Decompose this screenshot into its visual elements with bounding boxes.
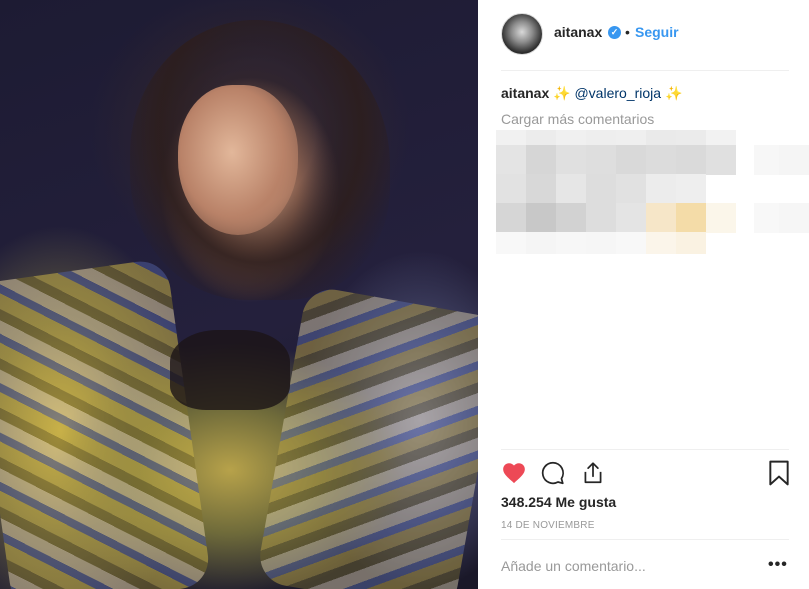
header-divider — [501, 70, 789, 71]
pixel-block — [779, 203, 809, 233]
pixel-block — [706, 145, 736, 175]
more-options-icon[interactable]: ••• — [768, 556, 788, 574]
caption-mention[interactable]: @valero_rioja — [574, 85, 661, 101]
photo-jacket-left-region — [0, 257, 212, 589]
pixel-block — [526, 174, 556, 204]
pixel-block — [676, 174, 706, 204]
pixel-block — [616, 174, 646, 204]
pixel-block — [646, 232, 676, 254]
comment-divider — [501, 539, 789, 540]
pixel-block — [586, 145, 616, 175]
pixel-block — [526, 232, 556, 254]
verified-badge-icon: ✓ — [608, 26, 621, 39]
heart-icon[interactable] — [501, 460, 527, 486]
pixel-block — [676, 232, 706, 254]
post-side-panel: aitanax ✓ • Seguir aitanax ✨ @valero_rio… — [478, 0, 809, 589]
pixel-block — [586, 174, 616, 204]
avatar[interactable] — [501, 13, 543, 55]
pixel-block — [556, 145, 586, 175]
pixel-block — [676, 203, 706, 233]
actions-divider — [501, 449, 789, 450]
photo-top-region — [170, 330, 290, 410]
pixel-block — [496, 232, 526, 254]
pixel-block — [496, 174, 526, 204]
caption-username[interactable]: aitanax — [501, 85, 549, 101]
pixel-block — [616, 145, 646, 175]
pixel-block — [646, 145, 676, 175]
sparkle-emoji: ✨ — [664, 85, 683, 101]
header-separator: • — [625, 24, 630, 40]
pixel-block — [646, 174, 676, 204]
pixel-block — [556, 203, 586, 233]
pixel-block — [496, 203, 526, 233]
pixel-block — [496, 145, 526, 175]
pixel-block — [586, 203, 616, 233]
follow-button[interactable]: Seguir — [635, 24, 679, 40]
share-icon[interactable] — [580, 460, 606, 486]
pixel-block — [586, 232, 616, 254]
header-username[interactable]: aitanax — [554, 24, 602, 40]
pixel-block — [616, 203, 646, 233]
likes-count[interactable]: 348.254 Me gusta — [501, 494, 616, 510]
pixel-block — [526, 203, 556, 233]
load-more-comments-link[interactable]: Cargar más comentarios — [501, 111, 654, 127]
sparkle-emoji: ✨ — [553, 85, 571, 101]
comment-icon[interactable] — [540, 460, 566, 486]
pixel-block — [676, 145, 706, 175]
pixel-block — [556, 232, 586, 254]
pixel-block — [616, 232, 646, 254]
pixel-block — [646, 203, 676, 233]
photo-jacket-right-region — [255, 284, 478, 589]
pixel-block — [779, 145, 809, 175]
pixel-block — [556, 174, 586, 204]
bookmark-icon[interactable] — [768, 460, 790, 486]
post-header: aitanax ✓ • Seguir — [478, 0, 809, 70]
pixel-block — [706, 203, 736, 233]
post-photo[interactable] — [0, 0, 478, 589]
photo-face-region — [178, 85, 298, 235]
post-date[interactable]: 14 DE NOVIEMBRE — [501, 520, 595, 531]
post-caption: aitanax ✨ @valero_rioja ✨ — [501, 85, 682, 102]
add-comment-input[interactable] — [501, 555, 751, 577]
pixel-block — [526, 145, 556, 175]
